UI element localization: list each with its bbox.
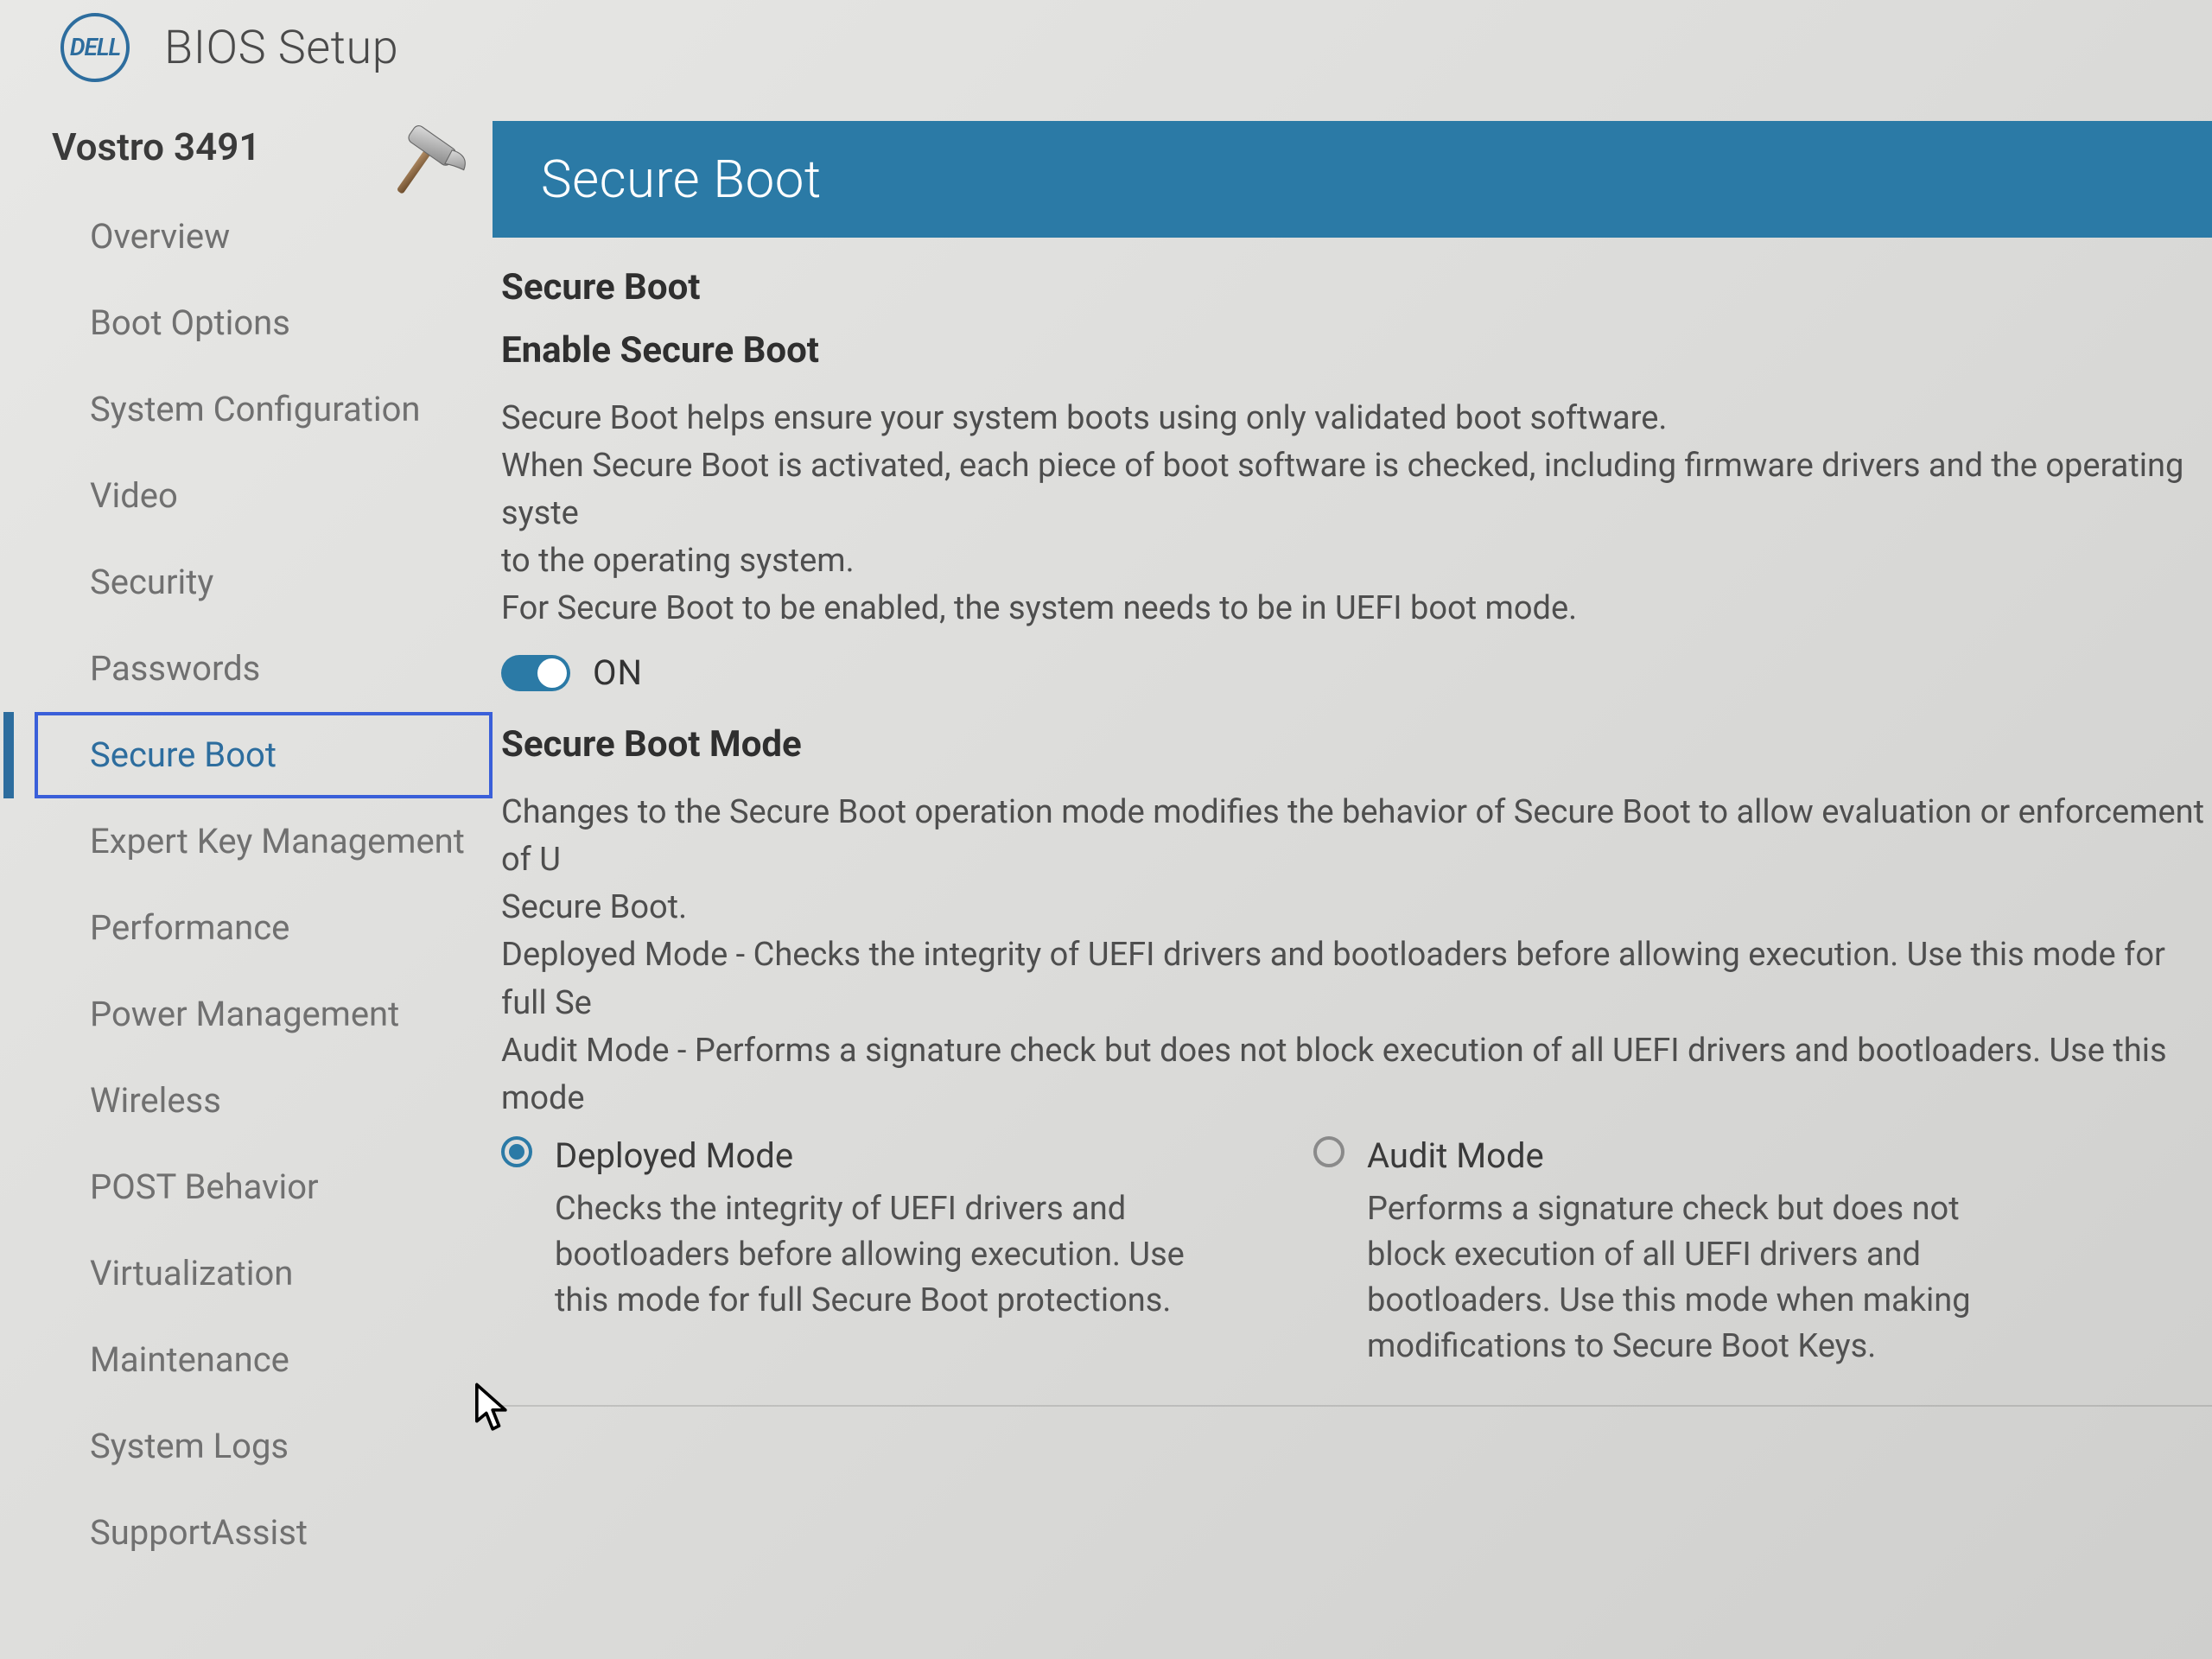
sidebar-item-system-configuration[interactable]: System Configuration: [0, 366, 493, 453]
sidebar-item-label: System Configuration: [90, 389, 420, 429]
sidebar-item-label: System Logs: [90, 1426, 289, 1466]
radio-help: Checks the integrity of UEFI drivers and…: [555, 1186, 1210, 1325]
radio-texts: Audit Mode Performs a signature check bu…: [1367, 1131, 2022, 1370]
content-area: Secure Boot Secure Boot Enable Secure Bo…: [493, 95, 2212, 1659]
sidebar-item-label: Secure Boot: [90, 734, 276, 775]
toggle-knob-icon: [537, 658, 567, 688]
sidebar-item-label: Performance: [90, 907, 289, 948]
main-area: Vostro 3491: [0, 95, 2212, 1659]
desc-line: For Secure Boot to be enabled, the syste…: [501, 585, 2212, 632]
sidebar-item-label: Passwords: [90, 648, 260, 689]
radio-icon: [501, 1136, 532, 1167]
sidebar-item-supportassist[interactable]: SupportAssist: [0, 1490, 493, 1576]
dell-logo-text: DELL: [70, 33, 120, 61]
sidebar: Vostro 3491: [0, 95, 493, 1659]
desc-line: Audit Mode - Performs a signature check …: [501, 1027, 2212, 1122]
sidebar-item-label: Security: [90, 562, 213, 602]
model-name: Vostro 3491: [52, 124, 261, 169]
desc-line: Changes to the Secure Boot operation mod…: [501, 789, 2212, 884]
sidebar-item-boot-options[interactable]: Boot Options: [0, 280, 493, 366]
sidebar-item-label: POST Behavior: [90, 1166, 319, 1207]
title-bar: DELL BIOS Setup: [0, 0, 2212, 95]
sidebar-item-passwords[interactable]: Passwords: [0, 626, 493, 712]
sidebar-item-power-management[interactable]: Power Management: [0, 971, 493, 1058]
secure-boot-mode-options: Deployed Mode Checks the integrity of UE…: [501, 1131, 2212, 1407]
radio-icon: [1313, 1136, 1344, 1167]
settings-panel: Secure Boot Enable Secure Boot Secure Bo…: [493, 238, 2212, 1407]
desc-line: Deployed Mode - Checks the integrity of …: [501, 931, 2212, 1027]
radio-label: Deployed Mode: [555, 1131, 1210, 1181]
sidebar-item-label: Boot Options: [90, 302, 290, 343]
sidebar-item-label: Overview: [90, 216, 230, 257]
secure-boot-toggle[interactable]: [501, 655, 570, 691]
sidebar-item-label: Virtualization: [90, 1253, 293, 1294]
secure-boot-mode-description: Changes to the Secure Boot operation mod…: [501, 789, 2212, 1122]
sidebar-item-label: Video: [90, 475, 178, 516]
sidebar-item-performance[interactable]: Performance: [0, 885, 493, 971]
sidebar-item-maintenance[interactable]: Maintenance: [0, 1317, 493, 1403]
app-title: BIOS Setup: [164, 21, 398, 75]
sidebar-item-security[interactable]: Security: [0, 539, 493, 626]
page-banner-title: Secure Boot: [541, 149, 822, 210]
radio-help: Performs a signature check but does not …: [1367, 1186, 2022, 1370]
secure-boot-toggle-row: ON: [501, 648, 2212, 698]
sidebar-item-video[interactable]: Video: [0, 453, 493, 539]
enable-secure-boot-description: Secure Boot helps ensure your system boo…: [501, 395, 2212, 632]
sidebar-item-label: SupportAssist: [90, 1512, 308, 1553]
sidebar-item-label: Power Management: [90, 994, 399, 1034]
desc-line: When Secure Boot is activated, each piec…: [501, 442, 2212, 537]
desc-line: to the operating system.: [501, 537, 2212, 585]
sidebar-item-secure-boot[interactable]: Secure Boot: [35, 712, 493, 798]
radio-label: Audit Mode: [1367, 1131, 2022, 1181]
desc-line: Secure Boot.: [501, 884, 2212, 931]
page-banner: Secure Boot: [493, 121, 2212, 238]
secure-boot-mode-title: Secure Boot Mode: [501, 719, 2212, 772]
secure-boot-toggle-label: ON: [593, 648, 643, 698]
sidebar-item-label: Maintenance: [90, 1339, 289, 1380]
sidebar-item-expert-key-management[interactable]: Expert Key Management: [0, 798, 493, 885]
sidebar-item-post-behavior[interactable]: POST Behavior: [0, 1144, 493, 1230]
desc-line: Secure Boot helps ensure your system boo…: [501, 395, 2212, 442]
section-title: Secure Boot: [501, 262, 2212, 315]
sidebar-item-virtualization[interactable]: Virtualization: [0, 1230, 493, 1317]
enable-secure-boot-title: Enable Secure Boot: [501, 325, 2212, 378]
sidebar-item-label: Wireless: [90, 1080, 221, 1121]
radio-option-audit-mode[interactable]: Audit Mode Performs a signature check bu…: [1313, 1131, 2022, 1370]
sidebar-item-system-logs[interactable]: System Logs: [0, 1403, 493, 1490]
dell-logo-icon: DELL: [60, 13, 130, 82]
sidebar-item-label: Expert Key Management: [90, 821, 465, 861]
sidebar-nav: Overview Boot Options System Configurati…: [0, 190, 493, 1576]
bios-setup-root: DELL BIOS Setup Vostro 3491: [0, 0, 2212, 1659]
sidebar-item-overview[interactable]: Overview: [0, 194, 493, 280]
model-row: Vostro 3491: [0, 104, 493, 190]
radio-option-deployed-mode[interactable]: Deployed Mode Checks the integrity of UE…: [501, 1131, 1210, 1370]
sidebar-item-wireless[interactable]: Wireless: [0, 1058, 493, 1144]
radio-texts: Deployed Mode Checks the integrity of UE…: [555, 1131, 1210, 1370]
